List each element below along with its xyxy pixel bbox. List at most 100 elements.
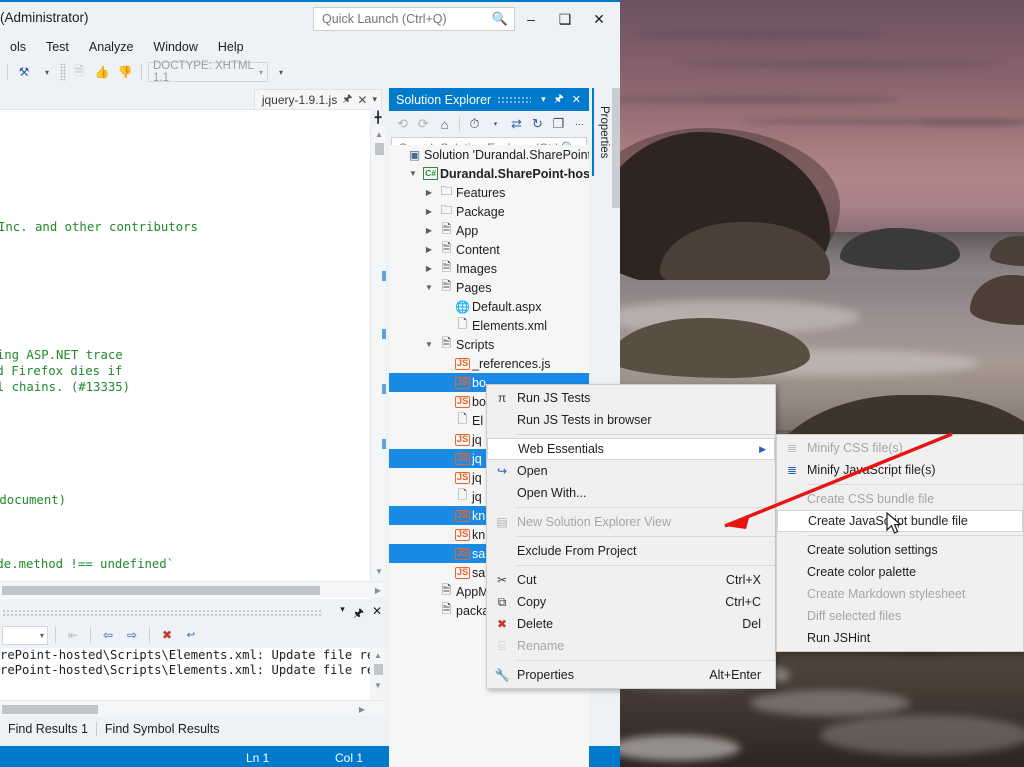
close-icon[interactable]: ✕	[357, 93, 367, 107]
tree-item-package[interactable]: ▶ 🗀 Package	[389, 202, 589, 221]
tree-item-solution-durandal-sharepoint-h[interactable]: ▣ Solution 'Durandal.SharePoint-h	[389, 145, 589, 164]
pending-changes-icon[interactable]: ⏱	[465, 114, 484, 134]
menu-item-tools[interactable]: ols	[0, 38, 36, 56]
pin-icon[interactable]: 🖈	[550, 90, 568, 109]
scroll-right-arrow-icon[interactable]: ▶	[354, 701, 370, 718]
tab-find-symbol-results[interactable]: Find Symbol Results	[97, 722, 228, 736]
scroll-up-arrow-icon[interactable]: ▲	[371, 127, 387, 142]
scroll-down-arrow-icon[interactable]: ▼	[370, 678, 386, 693]
menu-item-delete[interactable]: ✖ Delete Del	[487, 613, 775, 635]
menu-item-shortcut: Ctrl+C	[725, 595, 761, 609]
maximize-button[interactable]: ❑	[548, 6, 582, 32]
menu-item-analyze[interactable]: Analyze	[79, 38, 143, 56]
pin-icon[interactable]: 🖈	[342, 90, 352, 109]
menu-item-run-js-tests[interactable]: π Run JS Tests	[487, 387, 775, 409]
tree-item-elements-xml[interactable]: 🗋 Elements.xml	[389, 316, 589, 335]
tree-twisty-icon[interactable]: ▶	[421, 207, 437, 216]
quick-launch-box[interactable]: 🔍	[313, 7, 515, 31]
tree-twisty-icon[interactable]: ▶	[421, 226, 437, 235]
menu-item-web-essentials[interactable]: Web Essentials ▶	[487, 438, 775, 460]
code-editor[interactable]: Inc. and other contributors uding ASP.NE…	[0, 109, 370, 599]
submenu-item-run-jshint[interactable]: Run JSHint	[777, 627, 1023, 649]
scroll-down-arrow-icon[interactable]: ▼	[371, 564, 387, 579]
doctype-dropdown[interactable]: DOCTYPE: XHTML 1.1 ▾	[148, 60, 268, 84]
menu-item-help[interactable]: Help	[208, 38, 254, 56]
tree-item-durandal-sharepoint-hoste[interactable]: ▼ C# Durandal.SharePoint-hoste	[389, 164, 589, 183]
tree-item-images[interactable]: ▶ 🗎 Images	[389, 259, 589, 278]
tree-twisty-icon[interactable]: ▼	[421, 283, 437, 292]
sync-icon[interactable]: ⇄	[507, 114, 526, 134]
tree-twisty-icon[interactable]: ▼	[405, 169, 421, 178]
menu-item-exclude-from-project[interactable]: Exclude From Project	[487, 540, 775, 562]
menu-item-open-with[interactable]: Open With...	[487, 482, 775, 504]
find-result-row[interactable]: rePoint-hosted\Scripts\Elements.xml: Upd…	[0, 648, 370, 663]
menu-separator	[517, 434, 775, 435]
find-result-row[interactable]: rePoint-hosted\Scripts\Elements.xml: Upd…	[0, 663, 370, 678]
menu-item-properties[interactable]: 🔧 Properties Alt+Enter	[487, 664, 775, 686]
collapse-all-icon[interactable]: ❐	[549, 114, 568, 134]
scroll-right-arrow-icon[interactable]: ▶	[370, 582, 386, 599]
menu-item-copy[interactable]: ⧉ Copy Ctrl+C	[487, 591, 775, 613]
submenu-item-minify-javascript-files[interactable]: ≣ Minify JavaScript file(s)	[777, 459, 1023, 481]
web-essentials-submenu[interactable]: ≣ Minify CSS file(s) ≣ Minify JavaScript fi…	[776, 434, 1024, 652]
menu-item-open[interactable]: ↪ Open	[487, 460, 775, 482]
tree-twisty-icon[interactable]: ▶	[421, 245, 437, 254]
tree-twisty-icon[interactable]: ▶	[421, 264, 437, 273]
submenu-item-create-solution-settings[interactable]: Create solution settings	[777, 539, 1023, 561]
find-results-list[interactable]: rePoint-hosted\Scripts\Elements.xml: Upd…	[0, 648, 370, 700]
tab-find-results-1[interactable]: Find Results 1	[0, 722, 96, 736]
editor-horizontal-scrollbar[interactable]: ▶	[0, 581, 386, 598]
menu-item-cut[interactable]: ✂ Cut Ctrl+X	[487, 569, 775, 591]
tree-twisty-icon[interactable]: ▶	[421, 188, 437, 197]
chevron-down-icon[interactable]: ▾	[486, 114, 505, 134]
find-results-vertical-scrollbar[interactable]: ▲ ▼	[370, 648, 386, 700]
find-results-scroll-thumb[interactable]	[374, 664, 383, 675]
chevron-down-icon[interactable]: ▾	[372, 94, 377, 105]
tree-item-app[interactable]: ▶ 🗎 App	[389, 221, 589, 240]
quick-launch-input[interactable]	[320, 11, 490, 27]
find-scope-combo[interactable]: ▾	[2, 625, 48, 645]
next-match-icon[interactable]: ⇨	[122, 625, 142, 645]
tree-item-references-js[interactable]: JS _references.js	[389, 354, 589, 373]
menu-item-run-js-tests-in-browser[interactable]: Run JS Tests in browser	[487, 409, 775, 431]
panel-grip[interactable]	[497, 96, 532, 103]
editor-hscroll-thumb[interactable]	[2, 586, 320, 595]
prev-match-icon[interactable]: ⇦	[98, 625, 118, 645]
tree-item-scripts[interactable]: ▼ 🗎 Scripts	[389, 335, 589, 354]
find-results-hscroll-thumb[interactable]	[2, 705, 98, 714]
chevron-down-icon[interactable]: ▾	[340, 604, 345, 625]
tree-item-content[interactable]: ▶ 🗎 Content	[389, 240, 589, 259]
menu-item-window[interactable]: Window	[143, 38, 207, 56]
find-results-horizontal-scrollbar[interactable]: ▶	[0, 700, 386, 716]
context-menu[interactable]: π Run JS Tests Run JS Tests in browser Web …	[486, 384, 776, 689]
tree-item-pages[interactable]: ▼ 🗎 Pages	[389, 278, 589, 297]
toolbar-grip[interactable]	[60, 63, 66, 81]
chevron-down-icon[interactable]: ▾	[537, 94, 550, 105]
tree-twisty-icon[interactable]: ▼	[421, 340, 437, 349]
submenu-item-create-color-palette[interactable]: Create color palette	[777, 561, 1023, 583]
editor-scroll-thumb[interactable]	[375, 143, 384, 155]
minimize-button[interactable]: –	[514, 6, 548, 32]
tree-item-features[interactable]: ▶ 🗀 Features	[389, 183, 589, 202]
editor-split-handle[interactable]: ╋	[370, 109, 386, 126]
home-icon[interactable]: ⌂	[435, 114, 454, 134]
clear-results-icon[interactable]: ✖	[157, 625, 177, 645]
close-icon[interactable]: ✕	[568, 93, 585, 106]
properties-tool-tab[interactable]: Properties	[592, 88, 614, 176]
toolbar-overflow-icon[interactable]: ▾	[37, 62, 57, 82]
right-dock-scrollbar[interactable]	[612, 88, 620, 208]
browser-link-icon[interactable]: ⚒	[14, 62, 34, 82]
refresh-icon[interactable]: ↻	[528, 114, 547, 134]
editor-vertical-scrollbar[interactable]: ▲ ▼	[370, 109, 386, 581]
overflow-icon[interactable]: ⋯	[570, 114, 589, 134]
scroll-up-arrow-icon[interactable]: ▲	[370, 648, 386, 663]
panel-grip[interactable]	[2, 609, 322, 616]
word-wrap-icon[interactable]: ↩	[181, 625, 201, 645]
pin-icon[interactable]: 🖈	[353, 604, 364, 625]
menu-item-test[interactable]: Test	[36, 38, 79, 56]
toolbar-overflow-icon-2[interactable]: ▾	[271, 62, 291, 82]
tree-item-default-aspx[interactable]: 🌐 Default.aspx	[389, 297, 589, 316]
close-icon[interactable]: ✕	[372, 604, 382, 625]
document-tab-jquery[interactable]: jquery-1.9.1.js 🖈 ✕ ▾	[253, 89, 382, 109]
close-button[interactable]: ✕	[582, 6, 616, 32]
